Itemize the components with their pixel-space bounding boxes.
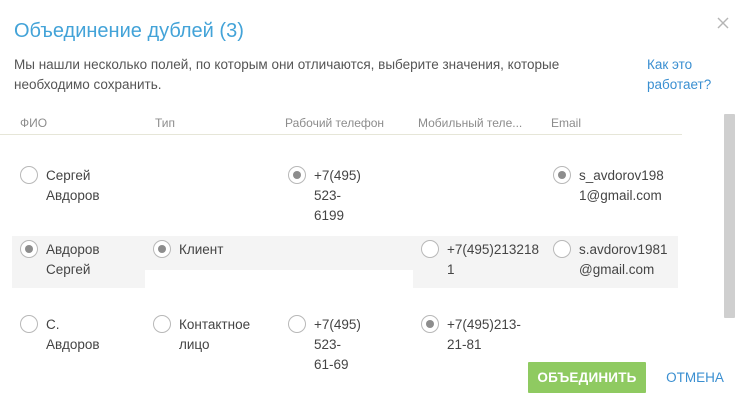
duplicate-row-2: Авдоров Сергей Клиент +7(495)213218 1 s.… — [12, 236, 678, 288]
dialog-title: Объединение дублей (3) — [14, 20, 244, 42]
column-header-mobile-phone: Мобильный теле... — [418, 116, 523, 130]
type-value: Контактное лицо — [179, 317, 251, 352]
email-radio[interactable] — [553, 240, 571, 258]
duplicate-row-1: Сергей Авдоров +7(495) 523- 6199 s_avdor… — [12, 164, 678, 223]
merge-duplicates-dialog: Объединение дублей (3) Мы нашли нескольк… — [0, 0, 749, 417]
help-link[interactable]: Как это работает? — [647, 55, 727, 95]
column-header-email: Email — [551, 116, 582, 130]
type-radio[interactable] — [153, 315, 171, 333]
close-icon[interactable] — [714, 14, 732, 32]
name-value: С. Авдоров — [46, 317, 100, 352]
column-header-name: ФИО — [20, 116, 48, 130]
email-value: s_avdorov198 1@gmail.com — [579, 168, 664, 203]
name-radio[interactable] — [20, 166, 38, 184]
mobile-phone-radio[interactable] — [421, 315, 439, 333]
row-divider — [145, 270, 413, 288]
email-value: s.avdorov1981 @gmail.com — [579, 242, 668, 277]
name-radio[interactable] — [20, 315, 38, 333]
column-header-work-phone: Рабочий телефон — [285, 116, 385, 130]
cancel-button[interactable]: ОТМЕНА — [662, 362, 728, 393]
email-radio[interactable] — [553, 166, 571, 184]
merge-button[interactable]: ОБЪЕДИНИТЬ — [528, 362, 646, 393]
mobile-phone-value: +7(495)213218 1 — [447, 242, 539, 277]
column-headers: ФИО Тип Рабочий телефон Мобильный теле..… — [0, 116, 682, 135]
type-radio[interactable] — [153, 240, 171, 258]
work-phone-value: +7(495) 523- 6199 — [314, 168, 361, 223]
mobile-phone-radio[interactable] — [421, 240, 439, 258]
work-phone-value: +7(495) 523- 61-69 — [314, 317, 361, 372]
type-value: Клиент — [179, 242, 224, 257]
name-value: Сергей Авдоров — [46, 168, 100, 203]
work-phone-radio[interactable] — [288, 166, 306, 184]
name-value: Авдоров Сергей — [46, 242, 100, 277]
vertical-scrollbar[interactable] — [724, 114, 735, 318]
dialog-description: Мы нашли несколько полей, по которым они… — [14, 57, 560, 92]
column-header-type: Тип — [155, 116, 176, 130]
mobile-phone-value: +7(495)213- 21-81 — [447, 317, 521, 352]
duplicate-row-3: С. Авдоров Контактное лицо +7(495) 523- … — [12, 315, 678, 372]
work-phone-radio[interactable] — [288, 315, 306, 333]
name-radio[interactable] — [20, 240, 38, 258]
